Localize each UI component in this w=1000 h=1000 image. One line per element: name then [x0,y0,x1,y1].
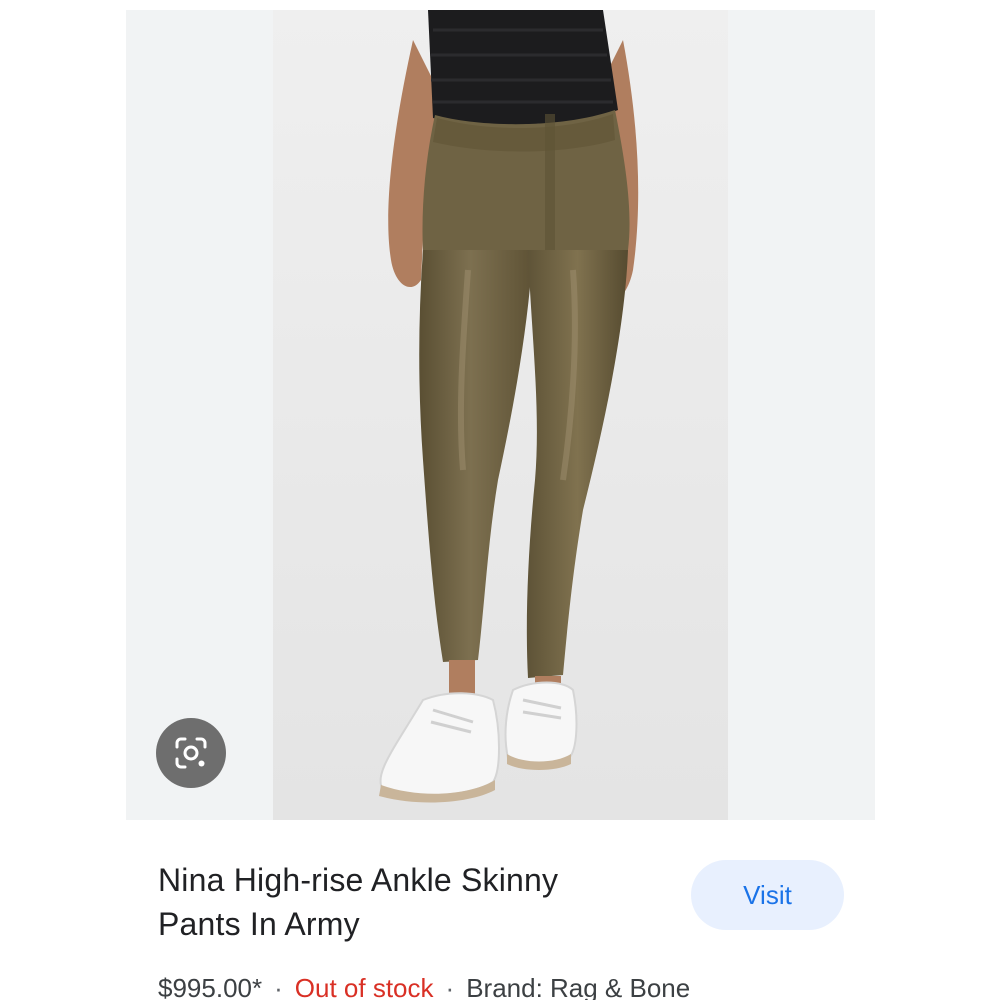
product-price: $995.00* [158,973,263,1000]
product-meta: $995.00* · Out of stock · Brand: Rag & Bone [158,968,690,1000]
stock-status: Out of stock [294,973,434,1000]
lens-search-button[interactable] [156,718,226,788]
separator-dot: · [274,973,283,1000]
product-photo[interactable] [273,10,728,820]
product-brand: Brand: Rag & Bone [466,973,691,1000]
lens-search-icon [175,737,207,769]
product-info: Nina High-rise Ankle Skinny Pants In Arm… [126,820,875,1000]
product-image-panel [126,10,875,820]
visit-button[interactable]: Visit [691,860,844,930]
separator-dot: · [445,973,455,1000]
page: Nina High-rise Ankle Skinny Pants In Arm… [0,0,1000,1000]
product-title[interactable]: Nina High-rise Ankle Skinny Pants In Arm… [158,858,628,946]
pants-illustration [273,10,728,820]
product-card: Nina High-rise Ankle Skinny Pants In Arm… [126,10,875,1000]
